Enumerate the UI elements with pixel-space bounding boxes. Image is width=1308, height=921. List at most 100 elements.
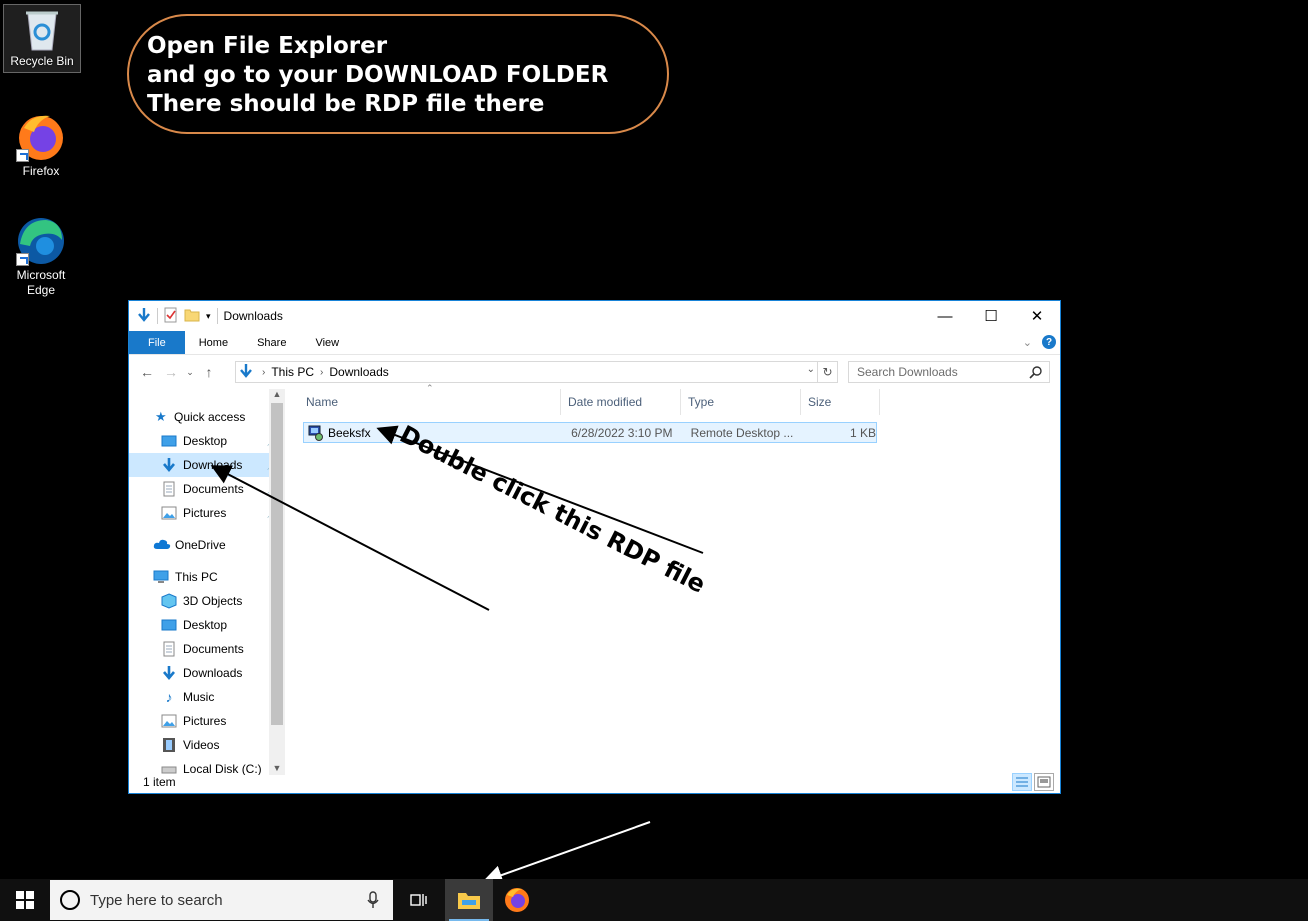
nav-quick-documents[interactable]: Documents 📌 bbox=[129, 477, 285, 501]
nav-label: This PC bbox=[175, 570, 218, 584]
scroll-up-icon[interactable]: ▲ bbox=[269, 389, 285, 399]
nav-label: Quick access bbox=[174, 410, 246, 424]
breadcrumb-separator-icon: › bbox=[262, 366, 266, 378]
cloud-icon bbox=[153, 537, 171, 553]
start-button[interactable] bbox=[0, 879, 50, 921]
taskbar: Type here to search bbox=[0, 879, 1308, 921]
nav-label: Documents bbox=[183, 482, 244, 496]
pictures-icon bbox=[161, 713, 177, 729]
breadcrumb-separator-icon: › bbox=[320, 366, 324, 378]
expand-ribbon-icon[interactable]: ⌄ bbox=[1023, 336, 1032, 349]
tab-file[interactable]: File bbox=[129, 331, 185, 354]
desktop-icon-recycle-bin[interactable]: Recycle Bin bbox=[3, 4, 81, 73]
nav-pc-3d-objects[interactable]: 3D Objects bbox=[129, 589, 285, 613]
tab-share[interactable]: Share bbox=[242, 331, 300, 354]
nav-quick-desktop[interactable]: Desktop 📌 bbox=[129, 429, 285, 453]
window-controls: — ☐ ✕ bbox=[922, 301, 1060, 331]
nav-label: OneDrive bbox=[175, 538, 226, 552]
microphone-icon[interactable] bbox=[367, 891, 379, 913]
forward-button[interactable]: → bbox=[159, 364, 183, 380]
up-button[interactable]: ↑ bbox=[197, 364, 221, 380]
file-size: 1 KB bbox=[849, 425, 876, 440]
firefox-label: Firefox bbox=[22, 164, 60, 178]
file-explorer-icon bbox=[458, 893, 480, 909]
taskbar-search-placeholder: Type here to search bbox=[90, 891, 223, 909]
pictures-icon bbox=[161, 505, 177, 521]
tab-view[interactable]: View bbox=[300, 331, 353, 354]
nav-label: Desktop bbox=[183, 434, 228, 448]
minimize-button[interactable]: — bbox=[922, 301, 968, 331]
callout-line-3: There should be RDP file there bbox=[147, 91, 545, 117]
nav-label: Desktop bbox=[183, 618, 228, 632]
nav-onedrive[interactable]: OneDrive bbox=[129, 533, 285, 557]
ribbon-tabs: File Home Share View ⌄ ? bbox=[129, 331, 1060, 355]
taskbar-file-explorer[interactable] bbox=[445, 879, 493, 921]
column-headers: ⌃ Name Date modified Type Size bbox=[299, 383, 1049, 415]
customize-toolbar-icon[interactable]: ▾ bbox=[206, 311, 211, 322]
column-date-modified[interactable]: Date modified bbox=[561, 389, 681, 415]
nav-pane-scrollbar[interactable]: ▲ ▼ bbox=[269, 389, 285, 775]
recent-locations-icon[interactable]: ⌄ bbox=[183, 367, 197, 378]
scrollbar-thumb[interactable] bbox=[271, 403, 283, 725]
desktop-icon-firefox[interactable]: Firefox bbox=[2, 112, 80, 179]
recycle-bin-icon bbox=[17, 8, 67, 52]
column-size[interactable]: Size bbox=[801, 389, 880, 415]
tab-home[interactable]: Home bbox=[185, 331, 242, 354]
windows-logo-icon bbox=[16, 891, 34, 909]
taskbar-search-box[interactable]: Type here to search bbox=[50, 880, 393, 920]
search-icon bbox=[1029, 365, 1043, 382]
nav-label: Downloads bbox=[183, 666, 243, 680]
task-view-icon bbox=[410, 894, 427, 906]
desktop-folder-icon bbox=[161, 433, 177, 449]
callout-line-2: and go to your DOWNLOAD FOLDER bbox=[147, 62, 609, 88]
item-count: 1 item bbox=[143, 775, 176, 789]
file-row[interactable]: Beeksfx 6/28/2022 3:10 PM Remote Desktop… bbox=[303, 422, 877, 443]
nav-pc-videos[interactable]: Videos bbox=[129, 733, 285, 757]
close-button[interactable]: ✕ bbox=[1014, 301, 1060, 331]
nav-this-pc[interactable]: This PC bbox=[129, 565, 285, 589]
column-type[interactable]: Type bbox=[681, 389, 801, 415]
firefox-icon bbox=[505, 888, 529, 912]
nav-pc-music[interactable]: ♪ Music bbox=[129, 685, 285, 709]
nav-label: Videos bbox=[183, 738, 220, 752]
star-icon: ★ bbox=[155, 409, 167, 424]
task-view-button[interactable] bbox=[395, 879, 443, 921]
instruction-callout: Open File Explorer and go to your DOWNLO… bbox=[127, 14, 669, 134]
desktop-icon-edge[interactable]: Microsoft Edge bbox=[2, 216, 80, 298]
file-name: Beeksfx bbox=[327, 425, 371, 440]
nav-pc-desktop[interactable]: Desktop bbox=[129, 613, 285, 637]
nav-quick-access[interactable]: ★ Quick access bbox=[129, 405, 285, 429]
nav-label: Documents bbox=[183, 642, 244, 656]
nav-quick-pictures[interactable]: Pictures 📌 bbox=[129, 501, 285, 525]
details-view-icon[interactable] bbox=[1012, 773, 1032, 791]
refresh-button[interactable]: ↻ bbox=[818, 361, 838, 383]
file-type: Remote Desktop ... bbox=[690, 425, 794, 440]
rdp-file-icon bbox=[308, 425, 326, 441]
nav-pc-documents[interactable]: Documents bbox=[129, 637, 285, 661]
address-bar[interactable]: › This PC › Downloads ⌄ bbox=[235, 361, 818, 383]
back-button[interactable]: ← bbox=[135, 364, 159, 380]
downloads-folder-icon bbox=[238, 363, 254, 382]
file-explorer-window: ▾ Downloads — ☐ ✕ File Home Share View ⌄… bbox=[128, 300, 1061, 794]
taskbar-firefox[interactable] bbox=[493, 879, 541, 921]
breadcrumb-this-pc[interactable]: This PC bbox=[271, 365, 314, 379]
window-title: Downloads bbox=[223, 309, 283, 323]
new-folder-icon[interactable] bbox=[184, 308, 200, 325]
breadcrumb-downloads[interactable]: Downloads bbox=[329, 365, 388, 379]
quick-access-toolbar: ▾ bbox=[129, 307, 218, 326]
file-date: 6/28/2022 3:10 PM bbox=[571, 425, 673, 440]
address-dropdown-icon[interactable]: ⌄ bbox=[807, 364, 815, 375]
arrow-to-taskbar-explorer bbox=[482, 821, 651, 885]
properties-icon[interactable] bbox=[164, 307, 178, 326]
help-icon[interactable]: ? bbox=[1042, 335, 1056, 349]
search-input[interactable]: Search Downloads bbox=[848, 361, 1050, 383]
nav-label: Pictures bbox=[183, 714, 227, 728]
maximize-button[interactable]: ☐ bbox=[968, 301, 1014, 331]
nav-pc-downloads[interactable]: Downloads bbox=[129, 661, 285, 685]
recycle-bin-label: Recycle Bin bbox=[10, 54, 74, 68]
separator bbox=[216, 308, 218, 324]
nav-quick-downloads[interactable]: Downloads 📌 bbox=[129, 453, 285, 477]
nav-pc-pictures[interactable]: Pictures bbox=[129, 709, 285, 733]
large-icons-view-icon[interactable] bbox=[1034, 773, 1054, 791]
view-switcher bbox=[1012, 773, 1054, 791]
